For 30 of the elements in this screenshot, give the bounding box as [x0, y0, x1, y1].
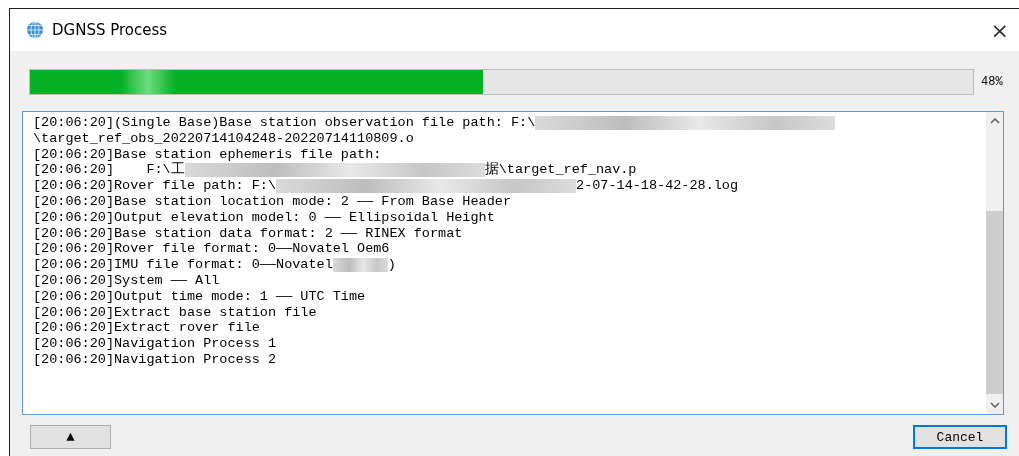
- log-text: [20:06:20]Base station data format: 2 —— RINEX format: [33, 225, 463, 242]
- log-text: [20:06:20]Rover file path: F:\: [33, 178, 277, 194]
- close-button[interactable]: ×: [984, 17, 1015, 43]
- log-text: [20:06:20]Extract base station file: [33, 304, 317, 321]
- log-text: [20:06:20]Base station ephemeris file path:: [33, 146, 382, 162]
- log-text: [20:06:20] F:\工: [33, 162, 185, 179]
- scrollbar[interactable]: [986, 112, 1003, 414]
- expand-button[interactable]: ▲: [30, 425, 111, 449]
- log-text: ): [387, 257, 396, 273]
- log-text: 2-07-14-18-42-28.log: [576, 178, 739, 194]
- log-text: [20:06:20]Output elevation model: 0 —— Ellipsoidal Height: [33, 209, 495, 226]
- log-text: [20:06:20]Extract rover file: [33, 320, 260, 337]
- log-text: [20:06:20](Single Base)Base station observation file path: F:\: [33, 115, 536, 131]
- log-text: \target_ref_obs_20220714104248-20220714110809.o: [33, 130, 414, 147]
- window-title: DGNSS Process: [52, 21, 168, 39]
- progress-percent: 48%: [981, 75, 1003, 89]
- log-text: [20:06:20]Output time mode: 1 —— UTC Time: [33, 288, 366, 305]
- log-text: [20:06:20]Navigation Process 1: [33, 336, 277, 352]
- log-text: [20:06:20]System —— All: [33, 272, 220, 289]
- log-text: [20:06:20]Navigation Process 2: [33, 351, 277, 368]
- redacted-block: [332, 258, 388, 273]
- log-text: 据\target_ref_nav.p: [484, 162, 637, 179]
- scroll-down-icon[interactable]: [989, 402, 1000, 408]
- scrollbar-thumb[interactable]: [986, 211, 1003, 394]
- cancel-button[interactable]: Cancel: [913, 425, 1007, 449]
- log-text: [20:06:20]IMU file format: 0——Novatel: [33, 257, 333, 273]
- log-text: [20:06:20]Base station location mode: 2 —— From Base Header: [33, 194, 511, 210]
- log-text: [20:06:20]Rover file format: 0——Novatel Oem6: [33, 241, 390, 258]
- scroll-up-icon[interactable]: [989, 118, 1000, 124]
- globe-icon: [26, 21, 44, 39]
